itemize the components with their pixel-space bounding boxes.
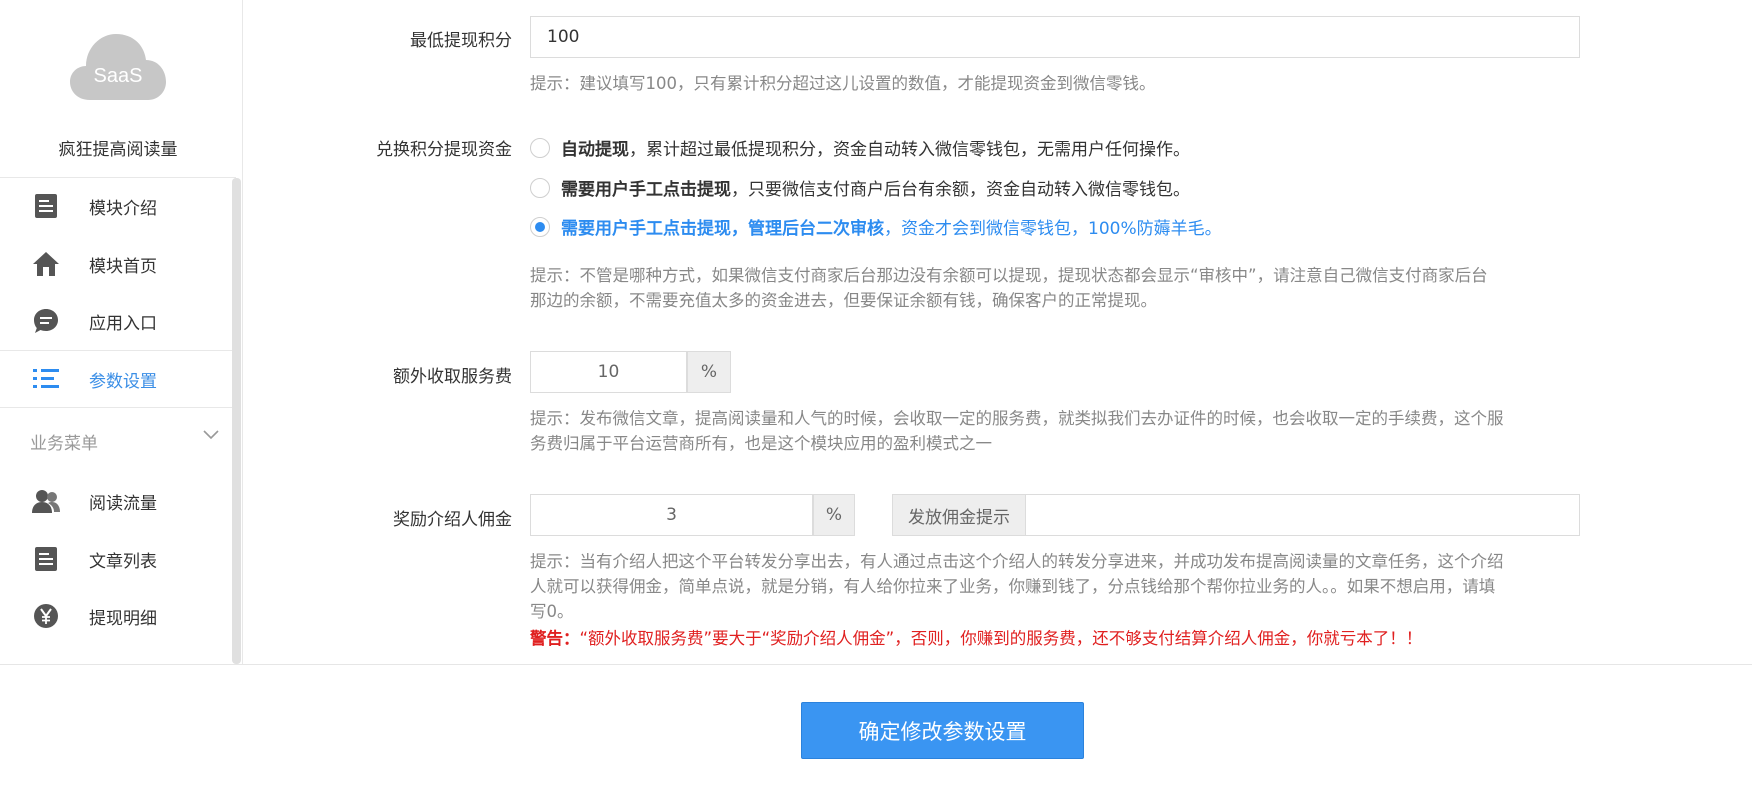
hint-line: 提示：发布微信文章，提高阅读量和人气的时候，会收取一定的服务费，就类拟我们去办证… (530, 409, 1504, 428)
section-label: 业务菜单 (30, 433, 98, 454)
hint-line: 那边的余额，不需要充值太多的资金进去，但要保证余额有钱，确保客户的正常提现。 (530, 291, 1157, 310)
sidebar-scrollbar[interactable] (232, 178, 241, 664)
option-desc: ，只要微信支付商户后台有余额，资金自动转入微信零钱包。 (731, 180, 1190, 200)
radio-button[interactable] (530, 137, 550, 158)
min-points-input[interactable]: 100 (530, 16, 1580, 58)
sidebar-item-read-traffic[interactable]: 阅读流量 (0, 473, 234, 529)
radio-button-selected[interactable] (530, 216, 550, 237)
warning-label: 警告： (530, 629, 580, 648)
option-title: 自动提现 (561, 140, 629, 160)
list-settings-icon (31, 364, 61, 394)
hint-line: 人就可以获得佣金，简单点说，就是分销，有人给你拉来了业务，你赚到钱了，分点钱给那… (530, 577, 1496, 596)
option-title: 需要用户手工点击提现，管理后台二次审核 (561, 219, 884, 239)
sidebar-item-module-intro[interactable]: 模块介绍 (0, 178, 234, 234)
option-desc: ，累计超过最低提现积分，资金自动转入微信零钱包，无需用户任何操作。 (629, 140, 1190, 160)
service-fee-unit: % (687, 351, 731, 393)
referral-unit: % (813, 494, 855, 536)
brand-name: 疯狂提高阅读量 (58, 140, 178, 160)
withdraw-mode-hint: 提示：不管是哪种方式，如果微信支付商家后台那边没有余额可以提现，提现状态都会显示… (530, 263, 1570, 313)
sidebar-item-withdraw-detail[interactable]: 提现明细 (0, 588, 234, 644)
referral-input[interactable]: 3 (530, 494, 813, 536)
logo-text: SaaS (94, 65, 143, 87)
sidebar-item-app-entry[interactable]: 应用入口 (0, 293, 234, 349)
withdraw-mode-label: 兑换积分提现资金 (376, 140, 512, 160)
document-icon (31, 544, 61, 574)
users-icon (31, 486, 61, 516)
commission-warning: 警告：“额外收取服务费”要大于“奖励介绍人佣金”，否则，你赚到的服务费，还不够支… (530, 625, 1422, 649)
radio-auto-withdraw[interactable]: 自动提现 ，累计超过最低提现积分，资金自动转入微信零钱包，无需用户任何操作。 (530, 135, 1190, 160)
commission-tip-addon: 发放佣金提示 (892, 494, 1026, 536)
radio-button[interactable] (530, 177, 550, 198)
radio-manual-withdraw-review[interactable]: 需要用户手工点击提现，管理后台二次审核 ，资金才会到微信零钱包，100%防薅羊毛。 (530, 214, 1222, 239)
hint-line: 提示：当有介绍人把这个平台转发分享出去，有人通过点击这个介绍人的转发分享进来，并… (530, 552, 1504, 571)
sidebar-item-label: 模块介绍 (89, 198, 157, 219)
sidebar: SaaS 疯狂提高阅读量 模块介绍 模块首页 应用入口 参数设置 业务菜单 阅读… (0, 0, 243, 664)
sidebar-item-label: 阅读流量 (89, 493, 157, 514)
radio-manual-withdraw[interactable]: 需要用户手工点击提现 ，只要微信支付商户后台有余额，资金自动转入微信零钱包。 (530, 175, 1190, 200)
hint-line: 写0。 (530, 602, 574, 621)
sidebar-item-param-settings[interactable]: 参数设置 (0, 350, 234, 408)
section-business-menu[interactable]: 业务菜单 (0, 415, 234, 467)
sidebar-item-module-home[interactable]: 模块首页 (0, 236, 234, 292)
submit-settings-button[interactable]: 确定修改参数设置 (801, 702, 1084, 759)
commission-tip-input[interactable] (1025, 494, 1580, 536)
option-title: 需要用户手工点击提现 (561, 180, 731, 200)
chevron-down-icon (203, 430, 219, 440)
hint-line: 提示：不管是哪种方式，如果微信支付商家后台那边没有余额可以提现，提现状态都会显示… (530, 266, 1488, 285)
sidebar-item-label: 参数设置 (89, 371, 157, 392)
min-points-value: 100 (547, 27, 580, 47)
sidebar-item-label: 文章列表 (89, 551, 157, 572)
min-points-label: 最低提现积分 (410, 31, 512, 51)
service-fee-input[interactable]: 10 (530, 351, 687, 393)
yen-icon (31, 601, 61, 631)
service-fee-value: 10 (597, 362, 620, 382)
hint-line: 务费归属于平台运营商所有，也是这个模块应用的盈利模式之一 (530, 434, 992, 453)
referral-label: 奖励介绍人佣金 (393, 510, 512, 530)
home-icon (31, 249, 61, 279)
option-desc: ，资金才会到微信零钱包，100%防薅羊毛。 (884, 219, 1222, 239)
sidebar-item-article-list[interactable]: 文章列表 (0, 531, 234, 587)
warning-text: “额外收取服务费”要大于“奖励介绍人佣金”，否则，你赚到的服务费，还不够支付结算… (579, 629, 1423, 648)
referral-hint: 提示：当有介绍人把这个平台转发分享出去，有人通过点击这个介绍人的转发分享进来，并… (530, 549, 1570, 624)
saas-cloud-logo: SaaS (70, 34, 166, 100)
sidebar-item-label: 模块首页 (89, 256, 157, 277)
referral-value: 3 (666, 505, 677, 525)
service-fee-hint: 提示：发布微信文章，提高阅读量和人气的时候，会收取一定的服务费，就类拟我们去办证… (530, 406, 1570, 456)
min-points-hint: 提示：建议填写100，只有累计积分超过这儿设置的数值，才能提现资金到微信零钱。 (530, 74, 1156, 93)
document-icon (31, 191, 61, 221)
chat-bubble-icon (31, 306, 61, 336)
sidebar-item-label: 提现明细 (89, 608, 157, 629)
service-fee-label: 额外收取服务费 (393, 367, 512, 387)
sidebar-item-label: 应用入口 (89, 313, 157, 334)
